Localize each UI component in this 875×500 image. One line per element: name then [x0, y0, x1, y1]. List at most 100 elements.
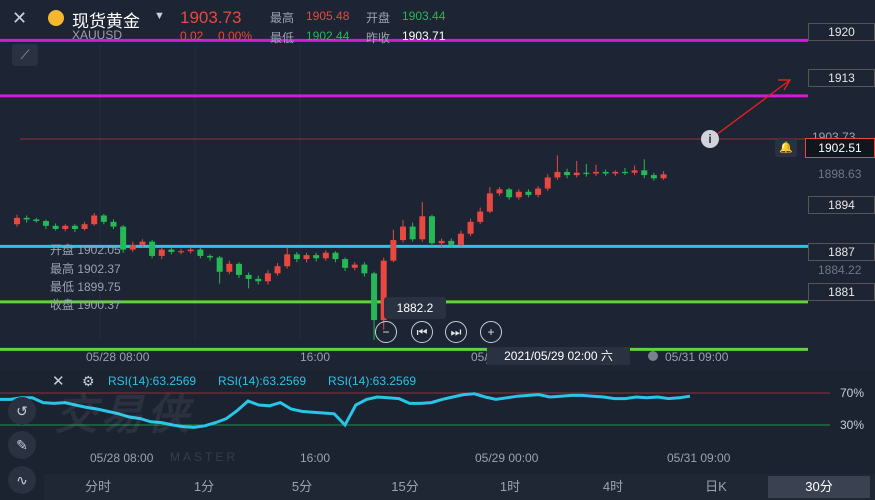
candle-body	[293, 254, 300, 260]
timeframe-1h[interactable]: 1时	[482, 476, 538, 498]
candle-body	[361, 264, 368, 274]
timeframe-bar	[44, 474, 875, 500]
axis-tick-lower: 1884.22	[818, 263, 862, 277]
rsi-panel[interactable]: 交易侠 MASTER ✕ ⚙ RSI(14):63.2569 RSI(14):6…	[0, 370, 875, 470]
candle-body	[178, 251, 185, 253]
candle-body	[322, 252, 329, 259]
timeframe-4h[interactable]: 4时	[585, 476, 641, 498]
candle-body	[400, 226, 406, 241]
candle-body	[284, 254, 291, 267]
refresh-icon[interactable]: ↺	[8, 397, 36, 425]
current-price-tag: 1902.51	[805, 138, 875, 158]
candle-body	[515, 191, 522, 198]
candle-body	[332, 252, 339, 260]
candle-body	[42, 221, 49, 226]
candle-body	[187, 249, 194, 252]
close-icon[interactable]: ✕	[12, 8, 27, 29]
ohlc-close: 收盘 1900.37	[50, 298, 121, 312]
open-value: 1903.44	[402, 9, 446, 23]
rsi-label: RSI(14):63.2569	[218, 374, 307, 388]
pencil-icon[interactable]: ✎	[8, 431, 36, 459]
candle-body	[621, 171, 628, 174]
candle-body	[100, 215, 107, 222]
candle-body	[641, 170, 648, 176]
level-tag-1887[interactable]: 1887	[808, 243, 875, 261]
timeframe-5m[interactable]: 5分	[274, 476, 330, 498]
candle-body	[303, 255, 310, 260]
rsi-label: RSI(14):63.2569	[328, 374, 417, 388]
price-change-pct: 0.00%	[218, 29, 253, 43]
candle-body	[477, 211, 484, 222]
candle-body	[496, 189, 503, 194]
timeframe-15m[interactable]: 15分	[377, 476, 433, 498]
timeframe-1m[interactable]: 1分	[176, 476, 232, 498]
candle-body	[554, 171, 561, 178]
rsi-time-label: 05/28 08:00	[90, 451, 154, 465]
candle-body	[650, 175, 657, 179]
candle-body	[419, 216, 426, 240]
candle-body	[207, 255, 213, 258]
candle-body	[33, 219, 40, 222]
ohlc-high: 最高 1902.37	[50, 262, 121, 276]
rsi-time-label: 05/29 00:00	[475, 451, 539, 465]
candle-body	[149, 241, 156, 256]
candle-body	[139, 241, 146, 245]
candle-body	[255, 278, 262, 282]
candle-body	[81, 224, 88, 229]
candle-body	[14, 217, 20, 225]
candle-body	[52, 225, 59, 229]
rsi-time-label: 05/31 09:00	[667, 451, 731, 465]
rsi-time-label: 16:00	[300, 451, 331, 465]
axis-tick-upper: 1898.63	[818, 167, 862, 181]
info-icon[interactable]: i	[701, 130, 719, 148]
level-tag-1913[interactable]: 1913	[808, 69, 875, 87]
candle-body	[467, 221, 474, 234]
candlestick-chart-panel[interactable]: ✕ 现货黄金 ▼ XAUUSD 1903.73 0.02 0.00% 最高 19…	[0, 0, 875, 370]
scroll-start-button[interactable]: ⏮	[411, 321, 433, 343]
timeframe-intraday[interactable]: 分时	[70, 476, 126, 498]
candle-body	[660, 174, 667, 179]
candle-body	[120, 226, 127, 250]
candle-body	[264, 273, 271, 282]
candle-body	[245, 274, 252, 279]
level-tag-1881[interactable]: 1881	[808, 283, 875, 301]
bell-icon[interactable]: 🔔	[775, 139, 797, 157]
level-tag-1894[interactable]: 1894	[808, 196, 875, 214]
candle-body	[506, 189, 513, 198]
candle-body	[110, 221, 117, 227]
candle-body	[274, 266, 281, 274]
candle-body	[158, 249, 165, 256]
candle-body	[351, 264, 358, 268]
time-label: 05/31 09:00	[665, 350, 729, 364]
ohlc-open: 开盘 1902.05	[50, 243, 121, 257]
settings-gear-icon[interactable]: ⚙	[82, 373, 95, 390]
rsi-level-low: 30%	[840, 418, 865, 432]
candle-body	[573, 172, 580, 176]
candle-body	[409, 226, 416, 240]
close-indicator-icon[interactable]: ✕	[52, 372, 65, 390]
watermark-sub: MASTER	[170, 450, 239, 464]
chevron-down-icon[interactable]: ▼	[154, 10, 165, 22]
candle-body	[535, 188, 542, 195]
candle-body	[91, 215, 98, 225]
time-label: 16:00	[300, 350, 331, 364]
drawing-tool-icon[interactable]: ⟋	[12, 44, 38, 66]
zoom-in-button[interactable]: +	[480, 321, 502, 343]
open-label: 开盘	[366, 11, 391, 25]
candle-body	[313, 255, 320, 259]
time-label: 05/28 08:00	[86, 350, 150, 364]
rsi-label: RSI(14):63.2569	[108, 374, 197, 388]
chart-grid	[99, 45, 301, 340]
instrument-symbol: XAUUSD	[72, 28, 123, 42]
gold-logo-icon	[48, 10, 64, 26]
level-tag-1920[interactable]: 1920	[808, 23, 875, 41]
low-label: 最低	[270, 31, 295, 45]
indicator-icon[interactable]: ∿	[8, 466, 36, 494]
timeframe-30m[interactable]: 30分	[768, 476, 870, 498]
candle-body	[168, 249, 175, 252]
candle-body	[457, 233, 464, 245]
timeframe-daily[interactable]: 日K	[688, 476, 744, 498]
scroll-end-button[interactable]: ⏭	[445, 321, 467, 343]
candle-body	[371, 273, 378, 321]
zoom-out-button[interactable]: −	[375, 321, 397, 343]
